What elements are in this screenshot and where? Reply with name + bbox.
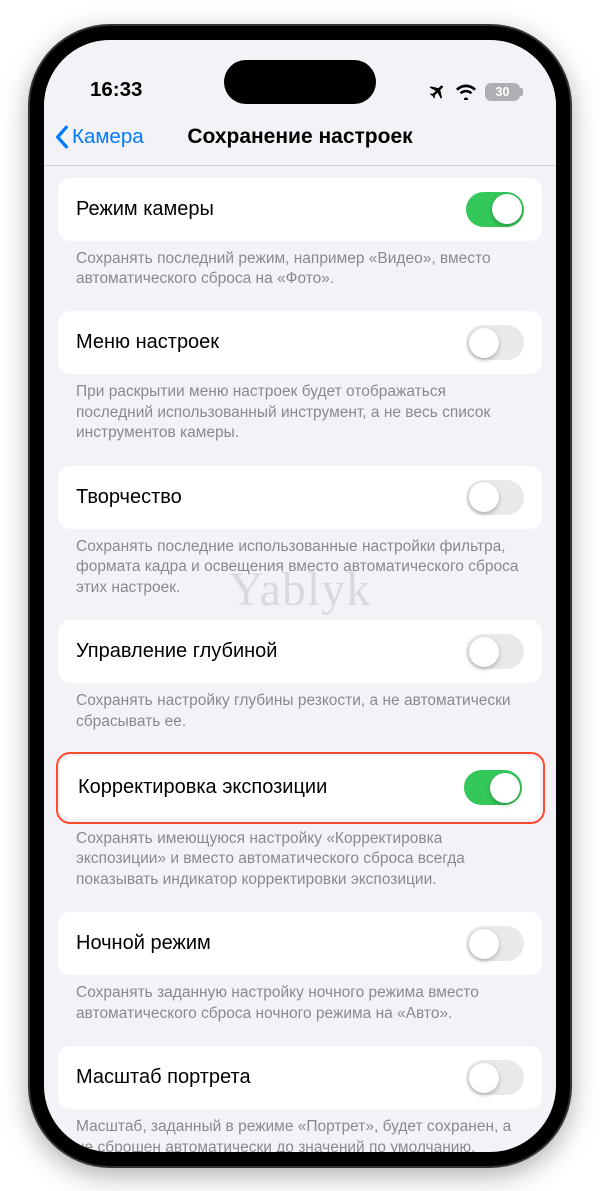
setting-row-exposure-adjust[interactable]: Корректировка экспозиции (60, 756, 540, 819)
wifi-icon (455, 84, 477, 100)
battery-icon: 30 (485, 83, 520, 101)
setting-label: Меню настроек (76, 331, 219, 354)
setting-row-controls-menu[interactable]: Меню настроек (58, 311, 542, 374)
setting-label: Творчество (76, 486, 182, 509)
toggle-knob (469, 637, 499, 667)
status-time: 16:33 (90, 78, 142, 102)
status-icons: 30 (427, 82, 520, 102)
setting-row-creative[interactable]: Творчество (58, 466, 542, 529)
toggle-exposure-adjust[interactable] (464, 770, 522, 805)
toggle-knob (490, 773, 520, 803)
setting-row-camera-mode[interactable]: Режим камеры (58, 178, 542, 241)
setting-group-controls-menu: Меню настроек (58, 311, 542, 374)
setting-footer: Масштаб, заданный в режиме «Портрет», бу… (58, 1109, 542, 1151)
phone-screen: 16:33 30 Камера Сохранение (44, 40, 556, 1152)
toggle-night-mode[interactable] (466, 926, 524, 961)
toggle-camera-mode[interactable] (466, 192, 524, 227)
toggle-knob (492, 194, 522, 224)
setting-footer: Сохранять заданную настройку ночного реж… (58, 975, 542, 1046)
toggle-knob (469, 929, 499, 959)
back-button[interactable]: Камера (54, 110, 144, 165)
settings-list: Режим камеры Сохранять последний режим, н… (44, 166, 556, 1152)
setting-label: Масштаб портрета (76, 1066, 251, 1089)
setting-group-exposure-adjust: Корректировка экспозиции (56, 752, 545, 824)
dynamic-island (224, 60, 376, 104)
chevron-left-icon (54, 125, 70, 149)
setting-footer: Сохранять настройку глубины резкости, а … (58, 683, 542, 754)
toggle-knob (469, 328, 499, 358)
setting-footer: Сохранять последние использованные настр… (58, 529, 542, 620)
setting-footer: Сохранять последний режим, например «Вид… (58, 241, 542, 312)
setting-footer: При раскрытии меню настроек будет отобра… (58, 374, 542, 465)
toggle-knob (469, 482, 499, 512)
nav-bar: Камера Сохранение настроек (44, 110, 556, 166)
page-title: Сохранение настроек (187, 125, 412, 149)
setting-group-creative: Творчество (58, 466, 542, 529)
setting-footer: Сохранять имеющуюся настройку «Корректир… (58, 821, 542, 912)
airplane-icon (427, 82, 447, 102)
setting-group-camera-mode: Режим камеры (58, 178, 542, 241)
toggle-portrait-zoom[interactable] (466, 1060, 524, 1095)
toggle-knob (469, 1063, 499, 1093)
setting-label: Режим камеры (76, 198, 214, 221)
setting-group-depth-control: Управление глубиной (58, 620, 542, 683)
toggle-creative[interactable] (466, 480, 524, 515)
setting-row-night-mode[interactable]: Ночной режим (58, 912, 542, 975)
setting-label: Корректировка экспозиции (78, 776, 327, 799)
setting-group-portrait-zoom: Масштаб портрета (58, 1046, 542, 1109)
setting-row-portrait-zoom[interactable]: Масштаб портрета (58, 1046, 542, 1109)
toggle-depth-control[interactable] (466, 634, 524, 669)
back-label: Камера (72, 125, 144, 149)
battery-level: 30 (496, 85, 510, 99)
setting-row-depth-control[interactable]: Управление глубиной (58, 620, 542, 683)
toggle-controls-menu[interactable] (466, 325, 524, 360)
setting-label: Ночной режим (76, 932, 211, 955)
setting-group-night-mode: Ночной режим (58, 912, 542, 975)
phone-frame: 16:33 30 Камера Сохранение (30, 26, 570, 1166)
setting-label: Управление глубиной (76, 640, 277, 663)
